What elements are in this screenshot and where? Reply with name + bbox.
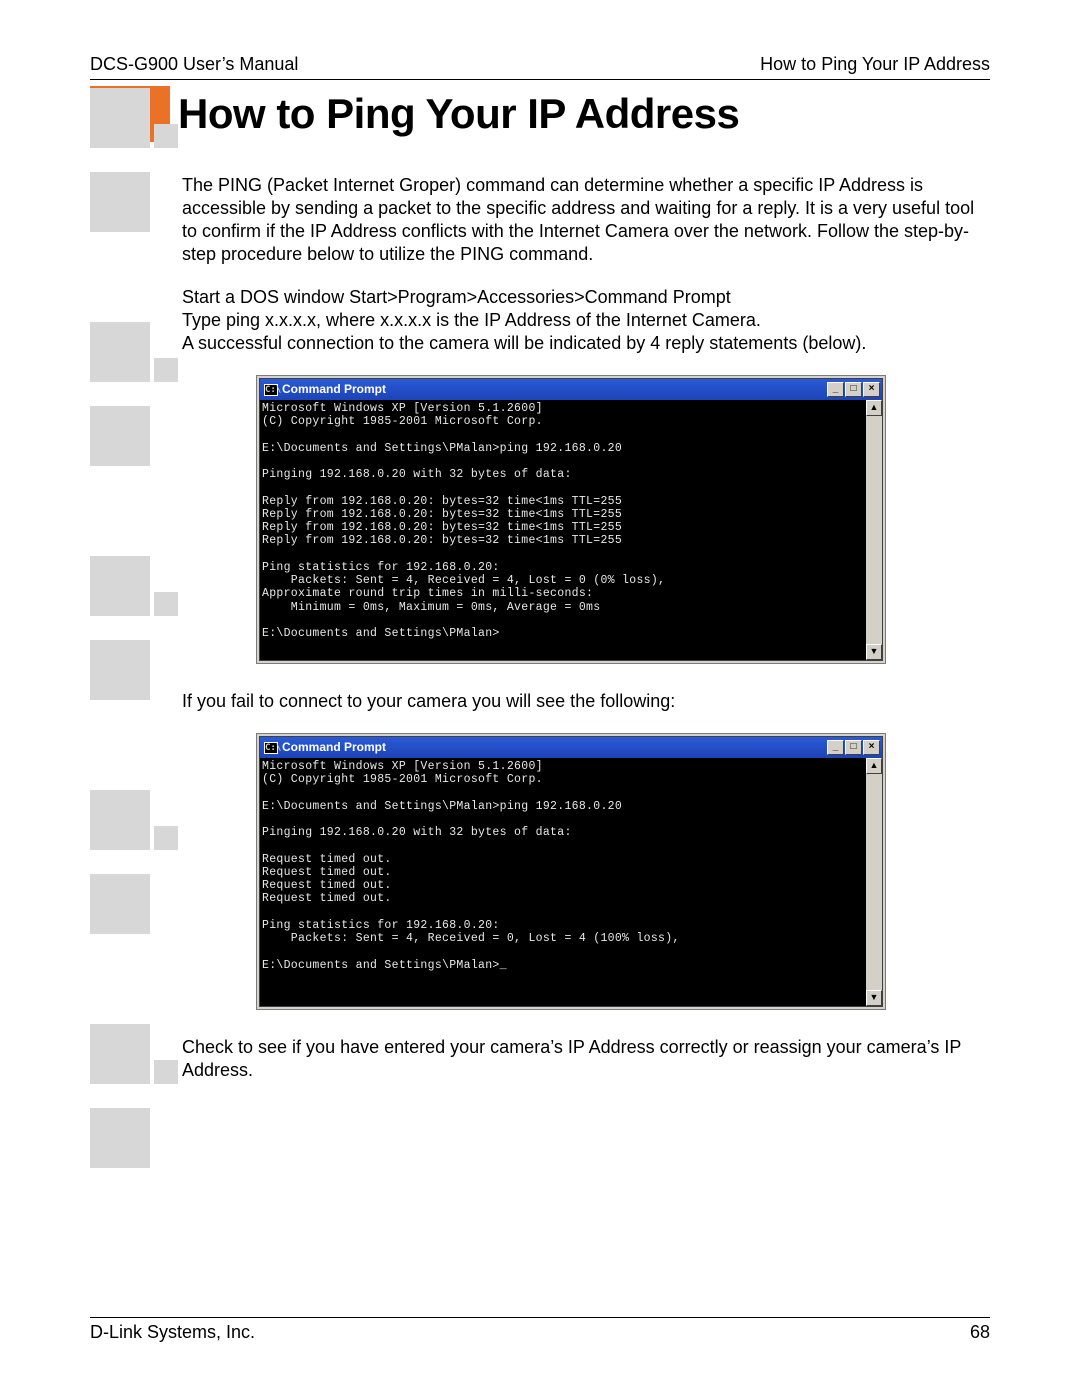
step-line-2: Type ping x.x.x.x, where x.x.x.x is the …: [182, 309, 990, 332]
scroll-up-icon[interactable]: ▲: [866, 758, 882, 774]
cmd-scrollbar[interactable]: ▲ ▼: [866, 758, 882, 1006]
maximize-button[interactable]: □: [845, 382, 862, 397]
intro-paragraph: The PING (Packet Internet Groper) comman…: [182, 174, 990, 266]
step-line-3: A successful connection to the camera wi…: [182, 332, 990, 355]
close-button[interactable]: ×: [863, 740, 880, 755]
cmd-icon: C:\: [264, 742, 278, 754]
cmd-scrollbar[interactable]: ▲ ▼: [866, 400, 882, 660]
footer-page: 68: [970, 1322, 990, 1343]
cmd-window-fail: C:\ Command Prompt _ □ × Microsoft Windo…: [256, 733, 886, 1010]
maximize-button[interactable]: □: [845, 740, 862, 755]
cmd-output-fail: Microsoft Windows XP [Version 5.1.2600] …: [260, 758, 866, 1006]
step-line-1: Start a DOS window Start>Program>Accesso…: [182, 286, 990, 309]
minimize-button[interactable]: _: [827, 382, 844, 397]
minimize-button[interactable]: _: [827, 740, 844, 755]
cmd-icon: C:\: [264, 384, 278, 396]
fail-intro: If you fail to connect to your camera yo…: [182, 690, 990, 713]
title-row: How to Ping Your IP Address: [90, 86, 990, 142]
cmd-window-success: C:\ Command Prompt _ □ × Microsoft Windo…: [256, 375, 886, 664]
scroll-up-icon[interactable]: ▲: [866, 400, 882, 416]
header-left: DCS-G900 User’s Manual: [90, 54, 298, 75]
footer-company: D-Link Systems, Inc.: [90, 1322, 255, 1343]
cmd-title-text: Command Prompt: [282, 740, 386, 755]
scroll-down-icon[interactable]: ▼: [866, 644, 882, 660]
header-right: How to Ping Your IP Address: [760, 54, 990, 75]
scroll-down-icon[interactable]: ▼: [866, 990, 882, 1006]
cmd-output-success: Microsoft Windows XP [Version 5.1.2600] …: [260, 400, 866, 660]
cmd-title-text: Command Prompt: [282, 382, 386, 397]
cmd-titlebar[interactable]: C:\ Command Prompt _ □ ×: [260, 379, 882, 400]
page-title: How to Ping Your IP Address: [170, 86, 739, 142]
close-button[interactable]: ×: [863, 382, 880, 397]
cmd-titlebar[interactable]: C:\ Command Prompt _ □ ×: [260, 737, 882, 758]
closing-paragraph: Check to see if you have entered your ca…: [182, 1036, 990, 1082]
